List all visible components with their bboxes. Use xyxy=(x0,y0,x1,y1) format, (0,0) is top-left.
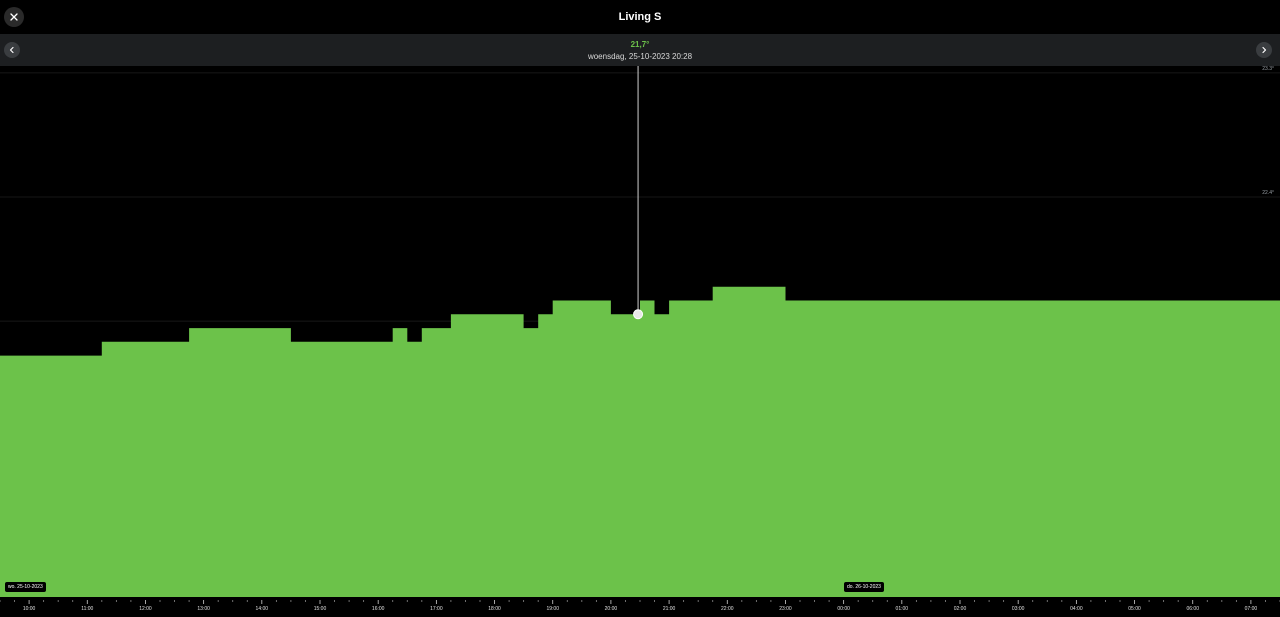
x-tick-label: 14:00 xyxy=(256,606,269,612)
y-tick-label: 23.3° xyxy=(1262,66,1274,72)
temperature-chart[interactable]: 23.3° 22.4° xyxy=(0,66,1280,597)
x-tick-label: 06:00 xyxy=(1186,606,1199,612)
x-tick-label: 19:00 xyxy=(546,606,559,612)
x-tick-label: 23:00 xyxy=(779,606,792,612)
x-tick-label: 10:00 xyxy=(23,606,36,612)
x-tick-label: 12:00 xyxy=(139,606,152,612)
x-tick-label: 20:00 xyxy=(605,606,618,612)
x-tick-label: 04:00 xyxy=(1070,606,1083,612)
x-tick-label: 17:00 xyxy=(430,606,443,612)
y-tick-label: 22.4° xyxy=(1262,190,1274,196)
x-tick-label: 11:00 xyxy=(81,606,93,612)
x-tick-label: 05:00 xyxy=(1128,606,1141,612)
x-tick-label: 15:00 xyxy=(314,606,327,612)
x-tick-label: 21:00 xyxy=(663,606,676,612)
top-bar: Living S xyxy=(0,0,1280,34)
value-readout: 21,7° woensdag, 25-10-2023 20:28 xyxy=(0,40,1280,63)
x-tick-label: 01:00 xyxy=(896,606,909,612)
x-tick-label: 18:00 xyxy=(488,606,501,612)
x-tick-label: 16:00 xyxy=(372,606,385,612)
readout-value: 21,7° xyxy=(630,40,650,49)
readout-datetime: woensdag, 25-10-2023 20:28 xyxy=(587,52,693,61)
chart-cursor[interactable] xyxy=(633,66,644,320)
x-tick-label: 13:00 xyxy=(197,606,210,612)
temperature-area-series xyxy=(0,286,1280,597)
x-tick-label: 07:00 xyxy=(1245,606,1258,612)
x-tick-label: 22:00 xyxy=(721,606,734,612)
x-axis: 10:00 11:00 12:00 13:00 14:00 15:00 16:00 17:00… xyxy=(0,597,1280,617)
x-tick-label: 00:00 xyxy=(837,606,850,612)
x-tick-label: 03:00 xyxy=(1012,606,1025,612)
cursor-point xyxy=(633,309,644,320)
y-axis-labels: 23.3° 22.4° xyxy=(1262,66,1274,196)
date-label-start: wo. 25-10-2023 xyxy=(5,582,46,592)
x-tick-label: 02:00 xyxy=(954,606,967,612)
page-title: Living S xyxy=(618,11,662,23)
date-label-next-day: do. 26-10-2023 xyxy=(844,582,884,592)
